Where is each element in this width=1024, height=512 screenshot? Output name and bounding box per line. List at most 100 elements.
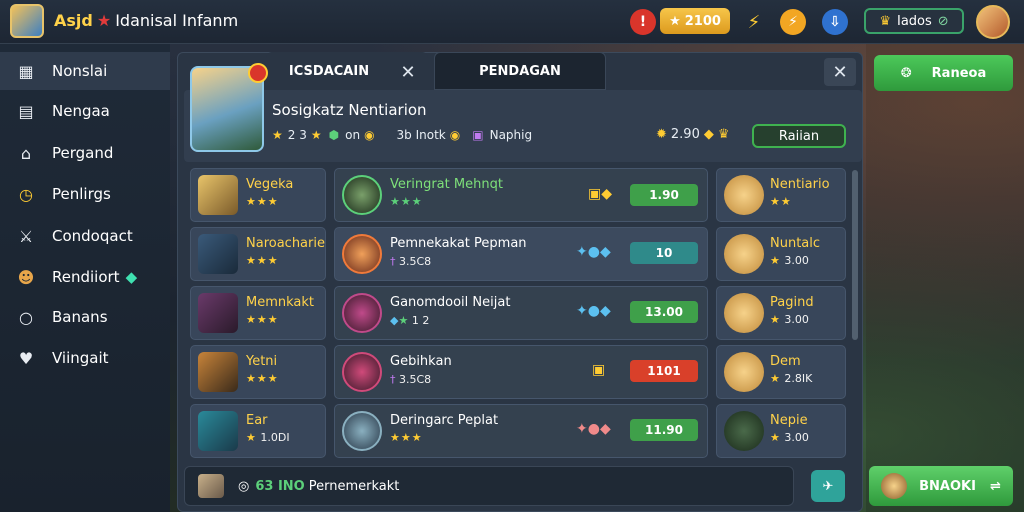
sidebar-item-2[interactable]: ⌂ Pergand <box>0 134 170 172</box>
hero-power: ✹ 2.90 ◆ ♛ <box>656 127 730 142</box>
power-value: 2.90 <box>670 127 700 142</box>
value-button[interactable]: 11.90 <box>630 419 698 441</box>
background-scenery <box>866 44 1024 512</box>
hero-stat: ★ 3.00 <box>770 431 809 444</box>
top-bar: Asjd ★ Idanisal Infanm ! ★ 2100 ⚡ ⚡ ⇩ ♛ Iado… <box>0 0 1024 44</box>
chest-icon: ▣ <box>592 362 606 378</box>
alert-icon[interactable]: ! <box>630 9 656 35</box>
profile-pill[interactable]: ♛ Iados ⊘ <box>864 8 964 34</box>
stat-2: on <box>345 128 361 142</box>
tab-label: ICSDACAIN <box>288 63 370 79</box>
rating-stars: ★★★ <box>246 254 279 267</box>
rating-stars: ★★★ <box>390 195 423 208</box>
coin-counter[interactable]: ★ 2100 <box>660 8 730 34</box>
app-title: Asjd ★ Idanisal Infanm <box>54 11 238 30</box>
stat-4: Naphig <box>489 128 533 142</box>
avatar <box>881 473 908 499</box>
stat-value: 2.8IK <box>784 372 813 385</box>
chest-icon: ⌂ <box>20 143 32 163</box>
hero-stats: ★ 2 3 ★ ⬢ on ◉ 3b Inotk ◉ ▣ Naphig <box>272 128 532 142</box>
avatar <box>198 293 238 333</box>
circle-icon: ○ <box>19 307 33 327</box>
raneoa-button[interactable]: ❂ Raneoa <box>874 55 1013 91</box>
book-icon: ▤ <box>18 101 34 121</box>
tab-second[interactable]: PENDAGAN <box>434 52 606 90</box>
tab-close-icon[interactable]: ✕ <box>398 62 418 83</box>
stat-value: 3.00 <box>784 313 809 326</box>
send-button[interactable]: ✈ <box>811 470 845 502</box>
top-action-label: Raneoa <box>931 65 987 81</box>
gem-icon: ◆ <box>125 268 138 286</box>
hero-name: Nuntalc <box>770 236 821 251</box>
sword-icon: ⚔ <box>18 226 34 246</box>
download-icon[interactable]: ⇩ <box>822 9 848 35</box>
row-name: Pemnekakat Pepman <box>390 236 527 251</box>
avatar <box>198 352 238 392</box>
star-icon: ★ <box>398 314 409 327</box>
sidebar-item-label: Penlirgs <box>52 185 111 203</box>
app-title-a: Asjd <box>54 11 93 30</box>
gem-icon: ✦●◆ <box>576 244 611 260</box>
raiian-button[interactable]: Raiian <box>752 124 846 148</box>
row-name: Gebihkan <box>390 354 452 369</box>
scroll-icon[interactable] <box>198 474 224 498</box>
energy-icon[interactable]: ⚡ <box>741 9 767 35</box>
hero-name: Sosigkatz Nentiarion <box>272 101 427 119</box>
row-stat: † 3.5C8 <box>390 373 431 386</box>
value-button[interactable]: 1101 <box>630 360 698 382</box>
chat-bubble-icon: ◎ <box>238 479 250 494</box>
clock-icon: ◷ <box>19 184 33 204</box>
sidebar-item-5[interactable]: ☻ Rendiiort ◆ <box>0 258 170 296</box>
hero-stat: ★ 3.00 <box>770 254 809 267</box>
star-icon: ★ <box>770 431 781 444</box>
row-stat: † 3.5C8 <box>390 255 431 268</box>
sidebar-item-label: Pergand <box>52 144 114 162</box>
value-button[interactable]: 1.90 <box>630 184 698 206</box>
sidebar-item-label: Rendiiort <box>52 268 120 286</box>
hero-name: Naroacharie <box>246 236 325 251</box>
sidebar-item-4[interactable]: ⚔ Condoqact <box>0 217 170 255</box>
sword-icon: † <box>390 255 396 268</box>
player-avatar[interactable] <box>976 5 1010 39</box>
game-logo[interactable] <box>10 4 44 38</box>
shield-icon: ♥ <box>18 348 34 368</box>
star-icon: ★ <box>272 128 284 142</box>
sidebar-item-3[interactable]: ◷ Penlirgs <box>0 175 170 213</box>
action-label: BNAOKI <box>919 478 976 494</box>
sidebar-item-7[interactable]: ♥ Viingait <box>0 339 170 377</box>
hero-name: Memnkakt <box>246 295 315 310</box>
action-label: Raiian <box>778 128 820 144</box>
rating-stars: ★★★ <box>390 431 423 444</box>
sidebar-item-label: Nonslai <box>52 62 108 80</box>
avatar <box>724 175 764 215</box>
rating-stars: ★★ <box>770 195 792 208</box>
panel-close-icon[interactable]: ✕ <box>824 58 856 86</box>
sidebar-item-label: Banans <box>52 308 108 326</box>
avatar <box>342 411 382 451</box>
star-icon: ★ <box>770 254 781 267</box>
stat-value: 3.5C8 <box>399 373 432 386</box>
sidebar-item-6[interactable]: ○ Banans <box>0 298 170 336</box>
chat-message: ◎ 63 INO Pernemerkakt <box>238 479 399 494</box>
grid-icon: ▦ <box>18 61 34 81</box>
sidebar-item-1[interactable]: ▤ Nengaa <box>0 92 170 130</box>
avatar <box>342 352 382 392</box>
hero-name: Yetni <box>246 354 278 369</box>
hero-name: Ear <box>246 413 268 428</box>
value-button[interactable]: 13.00 <box>630 301 698 323</box>
value-button[interactable]: 10 <box>630 242 698 264</box>
coin-amount: 2100 <box>684 13 721 29</box>
bnaoki-button[interactable]: BNAOKI ⇌ <box>869 466 1013 506</box>
lightning-icon[interactable]: ⚡ <box>780 9 806 35</box>
scrollbar[interactable] <box>852 170 858 340</box>
sidebar-item-0[interactable]: ▦ Nonslai <box>0 52 170 90</box>
avatar <box>198 175 238 215</box>
leaf-icon: ❂ <box>900 65 912 81</box>
crown-icon: ♛ <box>717 127 730 142</box>
star-icon: ★ <box>770 313 781 326</box>
sword-icon: † <box>390 373 396 386</box>
stat-value: 3.5C8 <box>399 255 432 268</box>
sidebar: ▦ Nonslai ▤ Nengaa ⌂ Pergand ◷ Penlirgs ⚔ Con… <box>0 44 170 512</box>
stat-value: 3.00 <box>784 431 809 444</box>
stat-value: 1 2 <box>411 314 430 327</box>
